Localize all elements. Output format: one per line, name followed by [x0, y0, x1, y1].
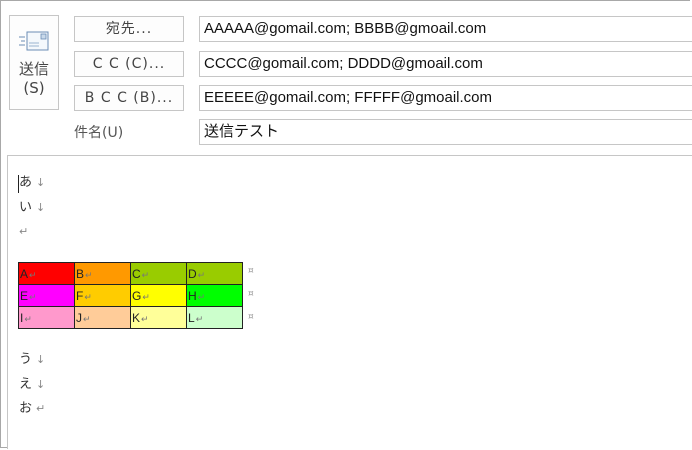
table-cell[interactable]: H↵	[186, 284, 243, 307]
cell-end-mark: ↵	[85, 269, 93, 280]
send-button-label: 送信 (S)	[18, 60, 49, 97]
body-line-text: え	[19, 377, 33, 392]
table-cell-text: E	[20, 288, 29, 303]
table-cell[interactable]: I↵	[18, 306, 75, 329]
row-end-mark: ¤	[248, 312, 254, 322]
body-line-text: お	[19, 401, 33, 416]
table-cell[interactable]: E↵	[18, 284, 75, 307]
table-cell-text: I	[20, 310, 24, 325]
subject-label: 件名(U)	[74, 125, 124, 141]
envelope-send-icon	[19, 30, 49, 52]
paragraph-mark: ↵	[19, 225, 29, 238]
bcc-field[interactable]: EEEEE@gomail.com; FFFFF@gmoail.com	[199, 85, 692, 111]
body-line: お ↵	[19, 399, 45, 419]
table-cell-text: K	[132, 310, 141, 325]
cc-button[interactable]: C C (C)...	[74, 51, 184, 77]
table-cell[interactable]: A↵	[18, 262, 75, 285]
cc-field[interactable]: CCCC@gomail.com; DDDD@gmoail.com	[199, 51, 692, 77]
body-line-text: あ	[19, 175, 33, 190]
body-line: え ↓	[19, 375, 45, 395]
table-cell-text: B	[76, 266, 85, 281]
table-cell-text: G	[132, 288, 142, 303]
mail-compose-window: 送信 (S) 宛先... AAAAA@gomail.com; BBBB@gmoa…	[0, 0, 692, 449]
bcc-button[interactable]: B C C (B)...	[74, 85, 184, 111]
cell-end-mark: ↵	[197, 291, 206, 302]
line-break-mark: ↓	[36, 378, 46, 391]
cell-end-mark: ↵	[24, 313, 32, 324]
cell-end-mark: ↵	[141, 269, 150, 280]
paragraph-mark: ↵	[36, 402, 46, 415]
table-cell[interactable]: K↵	[130, 306, 187, 329]
cell-end-mark: ↵	[83, 313, 91, 324]
to-field[interactable]: AAAAA@gomail.com; BBBB@gmoail.com	[199, 16, 692, 42]
table-row: I↵ J↵ K↵ L↵	[18, 306, 243, 329]
body-line-text: う	[19, 352, 33, 367]
table-cell[interactable]: D↵	[186, 262, 243, 285]
table-cell-text: J	[76, 310, 82, 325]
to-button[interactable]: 宛先...	[74, 16, 184, 42]
table-cell-text: C	[132, 266, 141, 281]
table-cell[interactable]: J↵	[74, 306, 131, 329]
table-cell[interactable]: L↵	[186, 306, 243, 329]
table-cell-text: H	[188, 288, 197, 303]
cell-end-mark: ↵	[29, 291, 37, 302]
line-break-mark: ↓	[36, 201, 46, 214]
cell-end-mark: ↵	[29, 269, 37, 280]
row-end-mark: ¤	[248, 289, 254, 299]
cell-end-mark: ↵	[197, 269, 206, 280]
cell-end-mark: ↵	[141, 313, 149, 324]
body-line: ↵	[19, 222, 28, 242]
row-end-mark: ¤	[248, 266, 254, 276]
table-cell-text: A	[20, 266, 29, 281]
table-cell[interactable]: G↵	[130, 284, 187, 307]
message-header: 送信 (S) 宛先... AAAAA@gomail.com; BBBB@gmoa…	[1, 1, 692, 155]
table-cell-text: F	[76, 288, 84, 303]
cell-end-mark: ↵	[195, 313, 204, 324]
table-cell[interactable]: B↵	[74, 262, 131, 285]
subject-field[interactable]: 送信テスト	[199, 119, 692, 145]
table-cell-text: D	[188, 266, 197, 281]
table-cell[interactable]: F↵	[74, 284, 131, 307]
body-line-text: い	[19, 200, 33, 215]
table-cell[interactable]: C↵	[130, 262, 187, 285]
table-row: E↵ F↵ G↵ H↵	[18, 284, 243, 307]
body-line: あ ↓	[19, 173, 45, 193]
table-row: A↵ B↵ C↵ D↵	[18, 262, 243, 285]
send-button[interactable]: 送信 (S)	[9, 15, 59, 110]
table-cell-text: L	[188, 310, 195, 325]
message-body[interactable]: あ ↓ い ↓ ↵ A↵ B↵ C↵ D↵ E↵ F↵ G↵ H↵ I↵ J↵ K↵ L↵ ¤ ¤ ¤ う…	[7, 156, 692, 449]
line-break-mark: ↓	[36, 353, 46, 366]
body-line: う ↓	[19, 350, 45, 370]
cell-end-mark: ↵	[84, 291, 92, 302]
color-table[interactable]: A↵ B↵ C↵ D↵ E↵ F↵ G↵ H↵ I↵ J↵ K↵ L↵	[18, 262, 243, 329]
cell-end-mark: ↵	[142, 291, 150, 302]
body-line: い ↓	[19, 198, 45, 218]
line-break-mark: ↓	[36, 176, 46, 189]
